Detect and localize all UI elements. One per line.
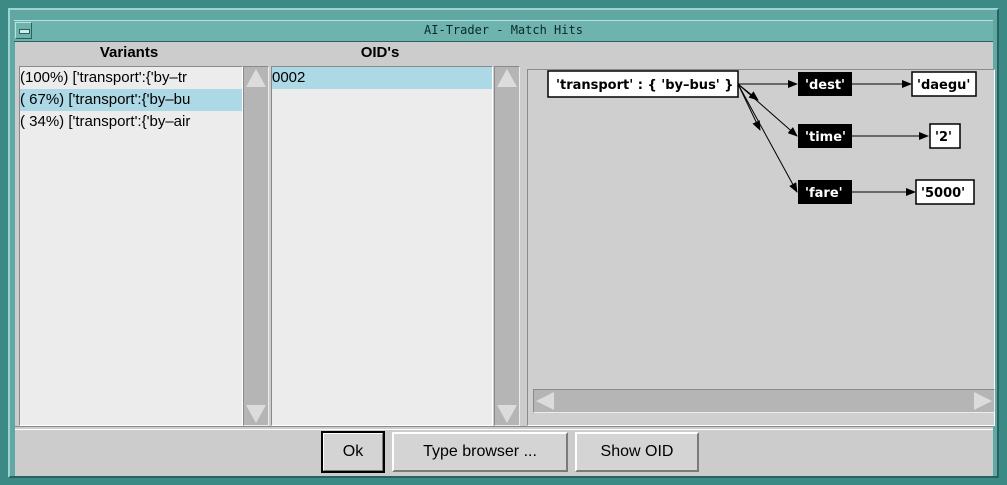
match-graph: 'transport' : { 'by–bus' } 'dest' 'daegu…	[547, 70, 977, 205]
variants-header: Variants	[99, 44, 159, 61]
match-graph-view[interactable]: 'transport' : { 'by–bus' } 'dest' 'daegu…	[527, 69, 995, 426]
variant-item[interactable]: ( 67%) ['transport':{'by–bu	[20, 89, 242, 111]
variants-list[interactable]: (100%) ['transport':{'by–tr( 67%) ['tran…	[19, 66, 243, 426]
app-window: AI-Trader - Match Hits Variants (100%) […	[0, 0, 1007, 485]
window-title: AI-Trader - Match Hits	[424, 23, 583, 37]
scroll-up-icon[interactable]	[497, 69, 517, 87]
button-divider	[15, 426, 993, 430]
graph-attr-label: 'fare'	[805, 186, 843, 201]
graph-edge	[737, 83, 798, 137]
title-bar[interactable]: AI-Trader - Match Hits	[14, 20, 993, 42]
graph-edge	[737, 83, 761, 131]
graph-value-label: '2'	[935, 130, 952, 145]
scroll-down-icon[interactable]	[246, 405, 266, 423]
show-oid-button[interactable]: Show OID	[575, 432, 699, 472]
oids-list[interactable]: 0002	[271, 66, 493, 426]
dialog-client: Variants (100%) ['transport':{'by–tr( 67…	[15, 42, 995, 476]
oids-scrollbar[interactable]	[494, 66, 520, 426]
scroll-down-icon[interactable]	[497, 405, 517, 423]
oid-item[interactable]: 0002	[272, 67, 492, 89]
graph-edge	[737, 83, 798, 193]
scroll-right-icon[interactable]	[974, 392, 992, 410]
ok-button[interactable]: Ok	[321, 431, 385, 473]
graph-root-label: 'transport' : { 'by–bus' }	[556, 78, 734, 93]
graph-hscrollbar[interactable]	[533, 389, 995, 413]
scroll-left-icon[interactable]	[536, 392, 554, 410]
graph-value-label: 'daegu'	[917, 78, 970, 93]
variants-scrollbar[interactable]	[243, 66, 269, 426]
type-browser-button[interactable]: Type browser ...	[392, 432, 568, 472]
variant-item[interactable]: (100%) ['transport':{'by–tr	[20, 67, 242, 89]
graph-attr-label: 'time'	[805, 130, 846, 145]
scroll-up-icon[interactable]	[246, 69, 266, 87]
graph-edge	[737, 83, 759, 101]
variant-item[interactable]: ( 34%) ['transport':{'by–air	[20, 111, 242, 133]
graph-attr-label: 'dest'	[805, 78, 845, 93]
graph-value-label: '5000'	[921, 186, 965, 201]
oids-header: OID's	[360, 44, 400, 61]
